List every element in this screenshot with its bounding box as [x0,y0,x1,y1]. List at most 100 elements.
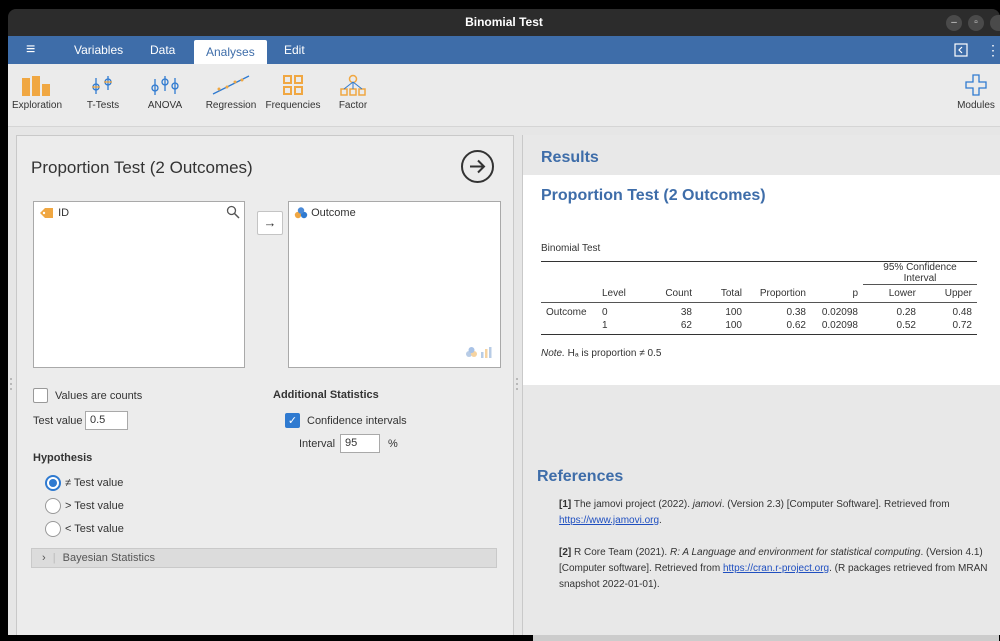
factor-icon [340,74,366,96]
variable-type-indicator-icon [464,345,494,363]
horizontal-scrollbar[interactable] [533,635,999,641]
table-cell: 38 [680,307,692,318]
interval-unit: % [388,438,398,450]
reference-link[interactable]: https://cran.r-project.org [723,563,829,574]
reference-title: jamovi [692,499,722,510]
ribbon-label: Frequencies [265,100,321,111]
confidence-intervals-checkbox[interactable]: ✓ [285,413,300,428]
column-header: Total [720,287,742,299]
ribbon-label: Factor [338,100,368,111]
move-variable-button[interactable]: → [257,211,283,235]
column-header: Proportion [759,287,806,299]
ribbon-label: ANOVA [147,100,183,111]
table-title: Binomial Test [541,243,601,254]
reference-item: [1] The jamovi project (2022). jamovi. (… [559,497,989,529]
more-options-icon[interactable]: ⋮ [986,36,1000,64]
list-item[interactable]: ID [39,207,69,219]
hypothesis-option-label: > Test value [65,500,124,512]
app-window: Binomial Test – ▫ ≡ Variables Data Analy… [0,0,1000,641]
test-value-label: Test value [33,415,83,427]
bayesian-statistics-section[interactable]: › | Bayesian Statistics [31,548,497,568]
ribbon-frequencies[interactable]: Frequencies [264,64,322,124]
table-row: 1 62 100 0.62 0.02098 0.52 0.72 [541,318,977,334]
reference-text: . [659,515,662,526]
hamburger-menu-icon[interactable]: ≡ [26,36,35,64]
table-cell: 100 [725,307,742,318]
analysis-title: Proportion Test (2 Outcomes) [31,158,253,177]
search-icon[interactable] [226,205,240,224]
reference-link[interactable]: https://www.jamovi.org [559,515,659,526]
table-cell: 0.28 [896,307,916,318]
results-heading: Results [541,149,599,166]
anova-icon [151,76,179,95]
panel-resize-handle-left[interactable] [9,377,13,391]
collapse-results-icon[interactable] [954,36,968,64]
values-are-counts-checkbox[interactable] [33,388,48,403]
values-are-counts-label: Values are counts [55,390,143,402]
ribbon-modules[interactable]: Modules [954,64,998,124]
ribbon-anova[interactable]: ANOVA [142,64,188,124]
table-cell: 1 [602,320,608,332]
panel-resize-handle-middle[interactable] [515,377,519,391]
title-bar: Binomial Test – ▫ [8,9,1000,36]
note-prefix: Note. [541,348,565,359]
reference-number: [2] [559,547,572,558]
ribbon-label: Regression [205,100,257,111]
reference-title: R: A Language and environment for statis… [669,547,921,558]
frequencies-icon [283,75,303,95]
bayesian-statistics-label: Bayesian Statistics [62,552,155,564]
table-cell: 100 [725,320,742,332]
interval-label: Interval [299,438,336,450]
variable-name: Outcome [311,207,356,219]
minimize-button[interactable]: – [946,15,962,31]
references-heading: References [537,468,624,485]
hypothesis-greater-radio[interactable] [45,498,61,514]
hypothesis-option-label: ≠ Test value [65,477,124,489]
results-panel: Results Proportion Test (2 Outcomes) Bin… [522,135,1000,641]
ci-header: 95% Confidence Interval [863,261,977,285]
table-cell: 0.38 [786,307,806,318]
nominal-variable-icon [294,207,308,219]
tab-variables[interactable]: Variables [74,36,123,64]
hypothesis-option-label: < Test value [65,523,124,535]
restore-button[interactable]: ▫ [968,15,984,31]
column-header: Level [602,287,626,299]
close-button[interactable] [990,15,1000,31]
table-cell: 0.52 [896,320,916,332]
row-label: Outcome [546,307,587,318]
table-cell: 62 [680,320,692,332]
results-analysis-heading: Proportion Test (2 Outcomes) [541,187,766,204]
reference-text: The jamovi project (2022). [573,499,693,510]
table-note: Note. Hₐ is proportion ≠ 0.5 [541,348,661,359]
interval-input[interactable]: 95 [340,434,380,453]
ribbon-label: T-Tests [86,100,120,111]
tab-analyses[interactable]: Analyses [194,40,267,64]
ribbon-regression[interactable]: Regression [200,64,262,124]
available-variables-list[interactable]: ID [33,201,245,368]
hypothesis-less-radio[interactable] [45,521,61,537]
ribbon-factor[interactable]: Factor [334,64,372,124]
table-cell: 0.72 [952,320,972,332]
test-value-input[interactable]: 0.5 [85,411,128,430]
note-text: Hₐ is proportion ≠ 0.5 [564,348,662,359]
ribbon-exploration[interactable]: Exploration [10,64,64,124]
go-to-results-button[interactable] [461,150,494,183]
reference-text: . (Version 2.3) [Computer Software]. Ret… [721,499,950,510]
t-test-icon [92,76,112,94]
hypothesis-not-equal-radio[interactable] [45,475,61,491]
bar-chart-icon [22,76,50,96]
table-cell: 0.02098 [821,307,858,318]
ribbon-t-tests[interactable]: T-Tests [78,64,128,124]
analysis-ribbon: Exploration T-Tests ANOVA Regression Fre… [8,64,1000,127]
menu-bar: ≡ Variables Data Analyses Edit ⋮ [8,36,1000,64]
hypothesis-heading: Hypothesis [33,452,93,464]
table-cell: 0.48 [952,307,972,318]
tab-data[interactable]: Data [150,36,175,64]
column-header: Upper [944,288,972,299]
plus-icon [965,74,987,96]
regression-icon [212,75,250,95]
tab-edit[interactable]: Edit [284,36,305,64]
ribbon-label: Modules [957,100,995,111]
selected-variables-list[interactable]: Outcome [288,201,501,368]
list-item[interactable]: Outcome [294,207,356,219]
